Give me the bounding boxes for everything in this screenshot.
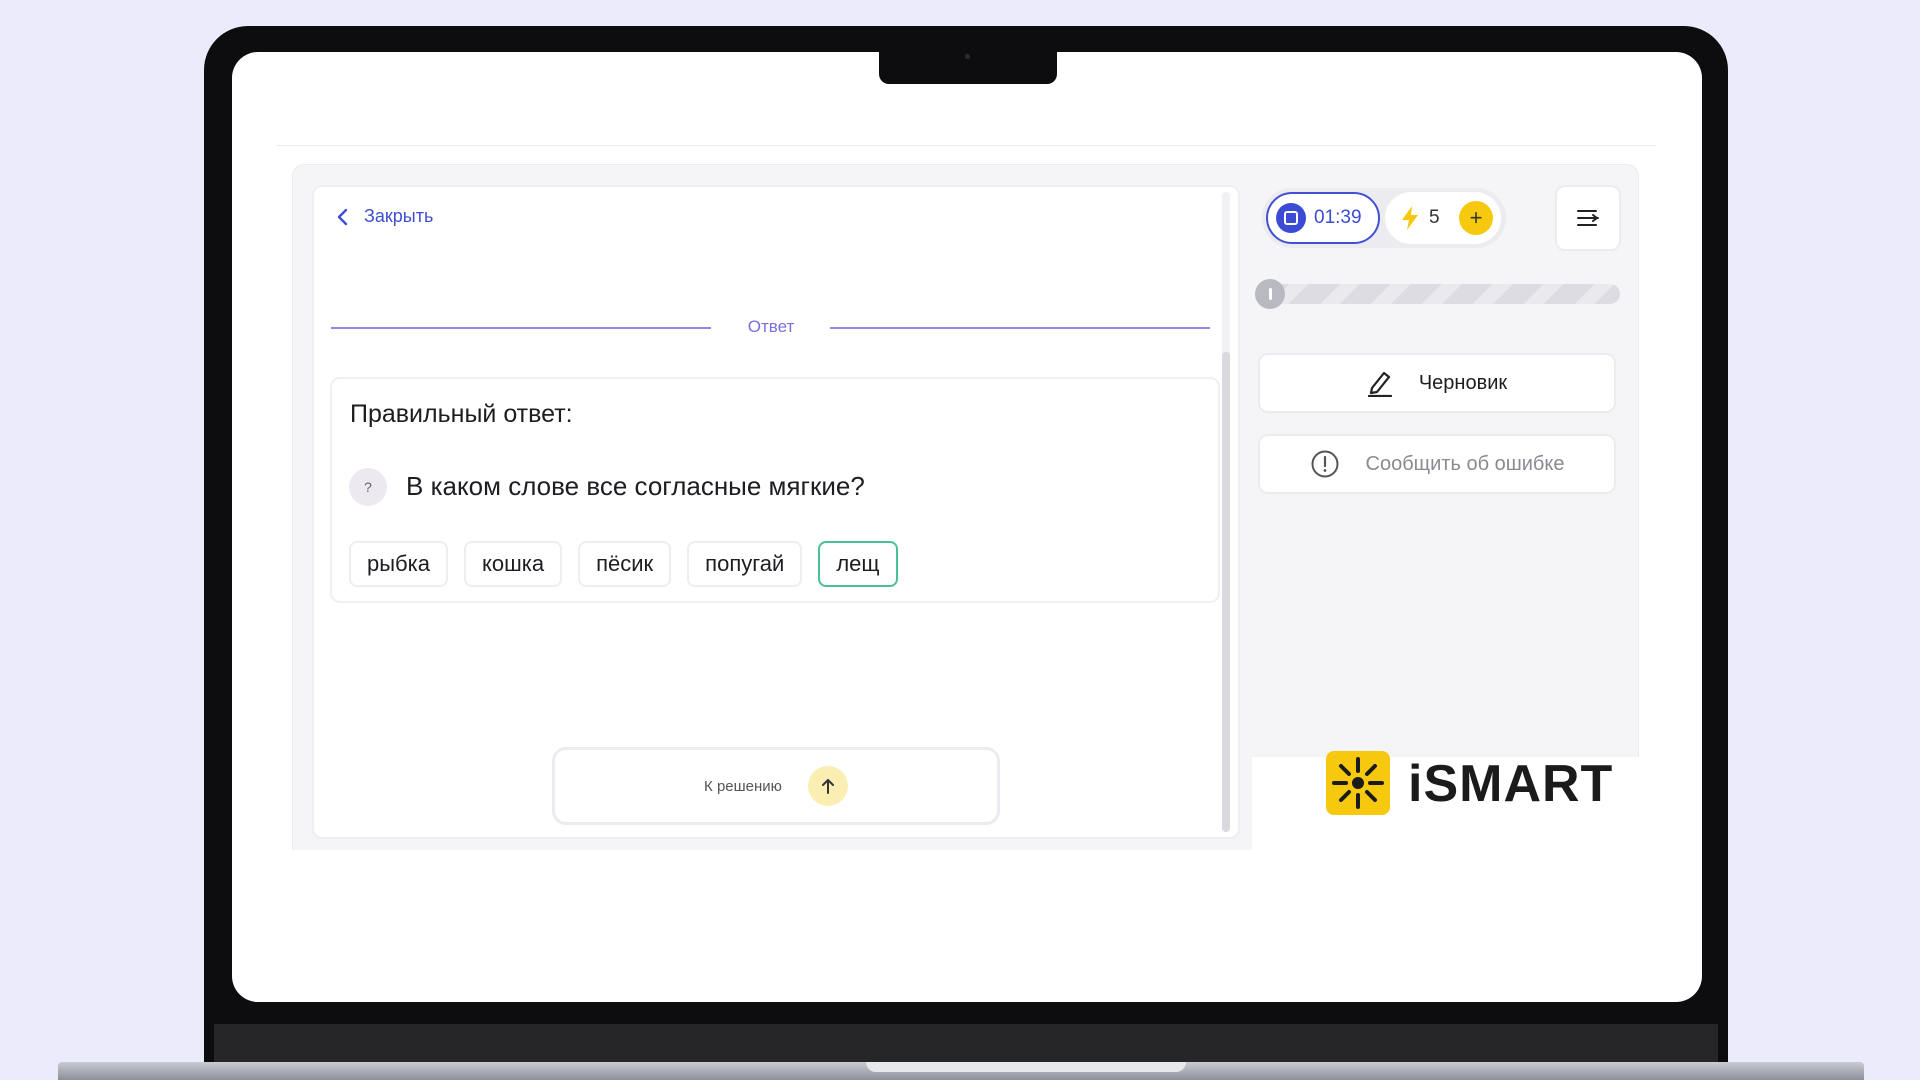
ismart-sun-logo [1326,751,1390,815]
menu-icon [1577,210,1599,226]
draft-button[interactable]: Черновик [1258,353,1616,413]
report-error-button[interactable]: Сообщить об ошибке [1258,434,1616,494]
answer-divider-left [331,327,711,329]
draft-label: Черновик [1418,371,1508,394]
timer-pill[interactable]: 01:39 [1266,192,1380,244]
laptop-base-notch [866,1062,1186,1072]
option-chip[interactable]: кошка [464,541,563,587]
lightning-icon [1402,206,1418,230]
plus-button[interactable]: + [1459,201,1493,235]
scrollbar-thumb[interactable] [1222,352,1230,832]
close-link[interactable]: Закрыть [336,206,433,227]
option-chip[interactable]: пёсик [578,541,672,587]
brand-logo-text: iSMART [1408,755,1614,813]
progress-knob [1255,279,1285,309]
pencil-icon [1367,371,1392,397]
question-text: В каком слове все согласные мягкие? [406,471,865,501]
arrow-up-icon [807,766,848,806]
camera-icon [965,54,970,59]
to-solution-button[interactable]: К решению [552,747,1000,825]
report-error-label: Сообщить об ошибке [1365,452,1565,475]
answer-divider-right [830,327,1210,329]
option-chip-correct[interactable]: лещ [818,541,898,587]
menu-button[interactable] [1555,185,1621,251]
answer-title: Правильный ответ: [350,400,573,428]
energy-count: 5 [1429,207,1440,228]
to-solution-label: К решению [704,777,782,795]
answer-options: рыбка кошка пёсик попугай лещ [349,541,898,587]
close-label: Закрыть [364,206,434,226]
progress-bar [1258,284,1620,304]
timer-value: 01:39 [1314,207,1362,228]
answer-divider-label: Ответ [747,317,795,336]
laptop-screen: Закрыть Ответ Правильный ответ: ? В како… [232,52,1702,1002]
camera-notch [879,52,1057,84]
energy-pill: 5 + [1385,192,1501,244]
app-top-divider [276,145,1656,146]
laptop-base [58,1062,1864,1080]
question-mark-icon: ? [349,468,387,506]
option-chip[interactable]: попугай [687,541,803,587]
laptop-chin [214,1024,1718,1064]
chevron-left-icon [337,208,348,225]
option-chip[interactable]: рыбка [349,541,448,587]
alert-circle-icon [1311,450,1339,478]
stop-icon [1276,203,1306,233]
